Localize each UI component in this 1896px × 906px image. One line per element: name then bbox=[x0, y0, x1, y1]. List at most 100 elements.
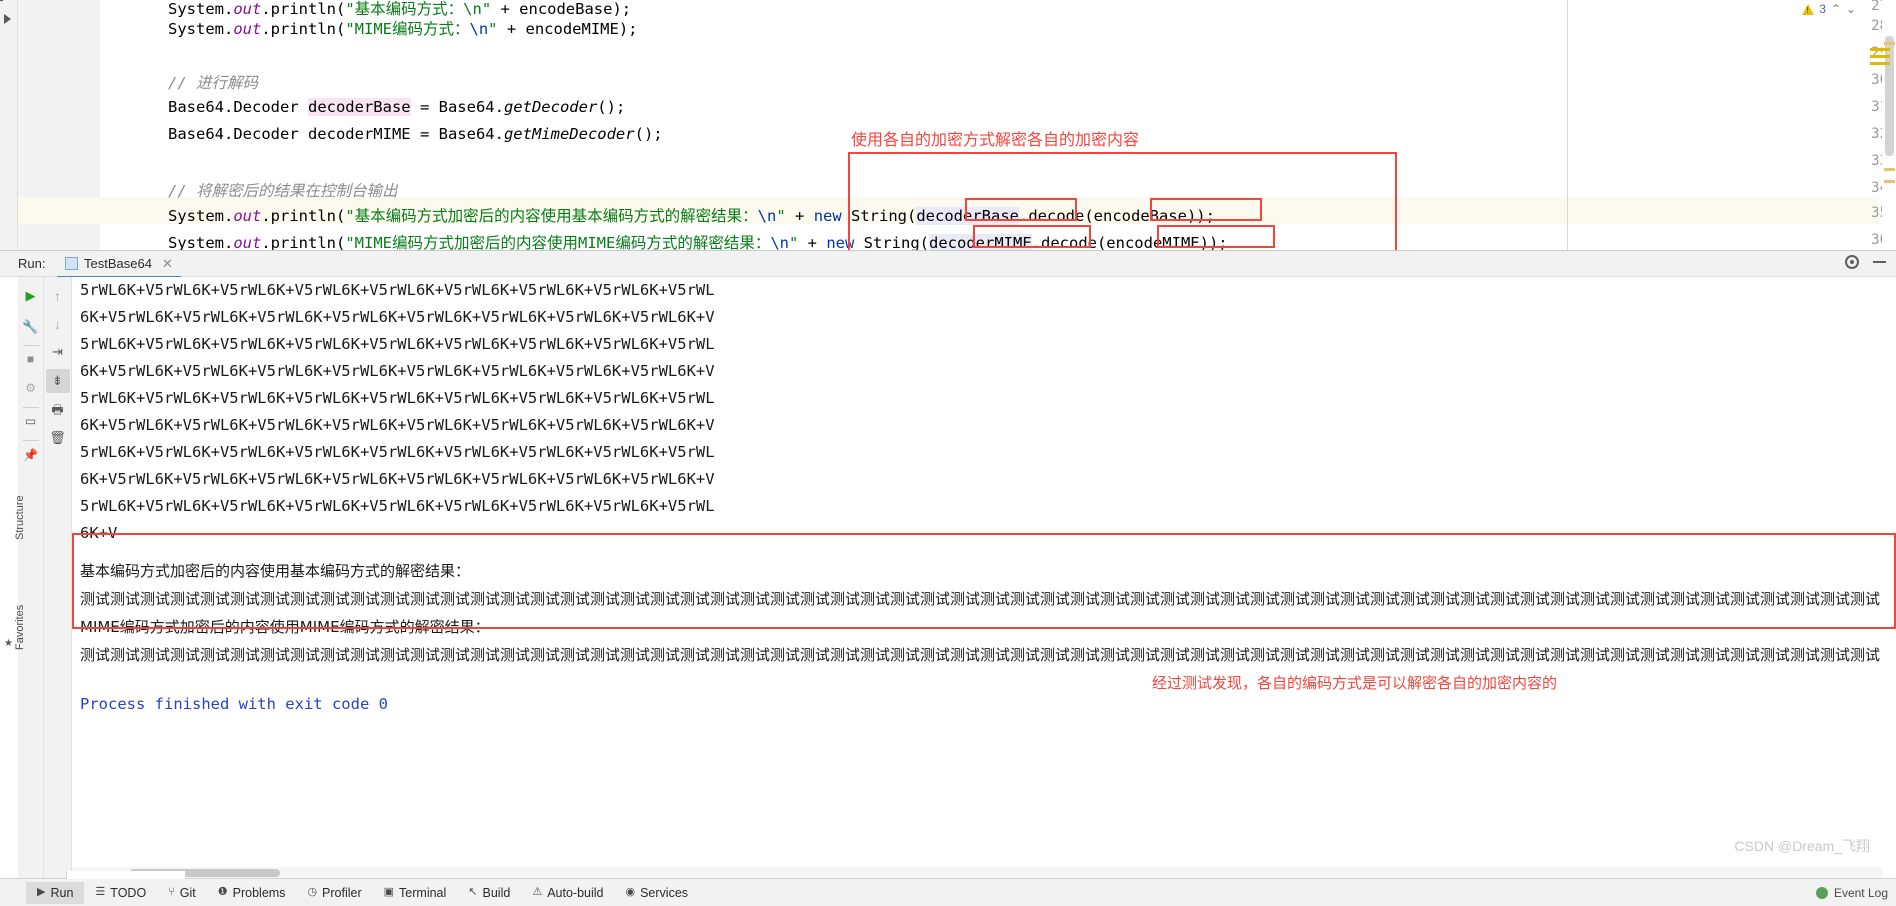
code-token: .println( bbox=[261, 207, 345, 225]
code-token: (); bbox=[635, 125, 663, 143]
code-line[interactable]: System.out.println("基本编码方式加密后的内容使用基本编码方式… bbox=[168, 204, 1215, 226]
gear-icon[interactable] bbox=[1845, 255, 1859, 269]
console-line: 6K+V5rWL6K+V5rWL6K+V5rWL6K+V5rWL6K+V5rWL… bbox=[80, 308, 715, 326]
code-line[interactable]: Base64.Decoder decoderBase = Base64.getD… bbox=[168, 98, 625, 116]
code-text-area[interactable]: System.out.println("基本编码方式：\n" + encodeB… bbox=[160, 0, 1896, 250]
code-line[interactable]: System.out.println("MIME编码方式：\n" + encod… bbox=[168, 17, 638, 39]
status-item-auto-build[interactable]: ⚠ Auto-build bbox=[521, 882, 614, 904]
code-token: .println( bbox=[261, 0, 345, 18]
warning-triangle-icon: ⚠ bbox=[532, 887, 542, 898]
status-item-git[interactable]: ⑂ Git bbox=[157, 882, 207, 904]
console-output[interactable]: 5rWL6K+V5rWL6K+V5rWL6K+V5rWL6K+V5rWL6K+V… bbox=[72, 277, 1882, 878]
scroll-to-end-icon[interactable]: ⇟ bbox=[52, 374, 63, 387]
chevron-down-icon[interactable]: ⌄ bbox=[1846, 2, 1856, 16]
status-item-profiler[interactable]: ◷Profiler bbox=[296, 882, 372, 904]
code-token: System. bbox=[168, 207, 233, 225]
code-token: System. bbox=[168, 234, 233, 250]
console-horizontal-scrollbar[interactable] bbox=[72, 867, 1882, 878]
chevron-up-icon[interactable]: ⌃ bbox=[1831, 2, 1841, 16]
code-token: + bbox=[786, 207, 814, 225]
status-item-build[interactable]: ↖ Build bbox=[457, 882, 521, 904]
code-token: System. bbox=[168, 0, 233, 18]
code-token: out bbox=[233, 0, 261, 18]
console-line: 5rWL6K+V5rWL6K+V5rWL6K+V5rWL6K+V5rWL6K+V… bbox=[80, 389, 715, 407]
hammer-icon: ↖ bbox=[468, 887, 477, 898]
console-line: 5rWL6K+V5rWL6K+V5rWL6K+V5rWL6K+V5rWL6K+V… bbox=[80, 443, 715, 461]
terminal-icon: ▣ bbox=[384, 887, 394, 898]
code-token: "MIME编码方式加密后的内容使用MIME编码方式的解密结果： bbox=[345, 234, 770, 250]
console-result-header-2: MIME编码方式加密后的内容使用MIME编码方式的解密结果： bbox=[80, 616, 490, 637]
favorites-star-icon: ★ bbox=[4, 638, 13, 649]
code-token: Base64.Decoder bbox=[168, 98, 308, 116]
play-circle-icon: ◉ bbox=[625, 887, 635, 898]
rerun-failed-icon[interactable]: ⚙ bbox=[25, 382, 36, 394]
warning-count: 3 bbox=[1819, 2, 1826, 16]
print-icon[interactable]: 🖶 bbox=[51, 403, 63, 416]
console-line: 5rWL6K+V5rWL6K+V5rWL6K+V5rWL6K+V5rWL6K+V… bbox=[80, 497, 715, 515]
stop-icon[interactable]: ■ bbox=[27, 353, 34, 365]
status-item-run[interactable]: ▶Run bbox=[26, 882, 84, 904]
ide-window: Project 27282930313233343536 System.out.… bbox=[0, 0, 1896, 906]
pin-icon[interactable]: 📌 bbox=[23, 449, 38, 461]
minimize-icon[interactable] bbox=[1873, 261, 1886, 263]
branch-icon: ⑂ bbox=[168, 887, 175, 898]
console-line: 6K+V5rWL6K+V5rWL6K+V5rWL6K+V5rWL6K+V5rWL… bbox=[80, 362, 715, 380]
console-process-finished: Process finished with exit code 0 bbox=[80, 695, 388, 713]
status-item-label: Git bbox=[180, 886, 196, 900]
status-item-services[interactable]: ◉Services bbox=[614, 882, 699, 904]
soft-wrap-icon[interactable]: ⇥ bbox=[52, 345, 63, 358]
code-token: "基本编码方式加密后的内容使用基本编码方式的解密结果： bbox=[345, 207, 757, 225]
code-token: System. bbox=[168, 20, 233, 38]
wrench-icon[interactable]: 🔧 bbox=[22, 320, 38, 333]
code-line[interactable]: Base64.Decoder decoderMIME = Base64.getM… bbox=[168, 125, 663, 143]
status-item-label: Problems bbox=[233, 886, 286, 900]
console-vertical-scrollbar[interactable] bbox=[1882, 277, 1896, 878]
arrow-up-icon[interactable]: ↑ bbox=[54, 289, 61, 303]
inspection-warning-indicator[interactable]: 3 ⌃ ⌄ bbox=[1802, 2, 1856, 16]
status-item-label: Run bbox=[50, 886, 73, 900]
code-line[interactable]: System.out.println("MIME编码方式加密后的内容使用MIME… bbox=[168, 231, 1228, 250]
code-token: decoderMIME bbox=[929, 234, 1032, 250]
arrow-down-icon[interactable]: ↓ bbox=[54, 317, 61, 331]
editor-vertical-scrollbar[interactable] bbox=[1882, 0, 1896, 250]
editor-warning-marker[interactable] bbox=[1884, 180, 1895, 183]
editor-warning-marker[interactable] bbox=[1884, 168, 1895, 171]
status-item-label: TODO bbox=[110, 886, 146, 900]
code-token: Base64.Decoder decoderMIME = Base64. bbox=[168, 125, 504, 143]
run-header-actions bbox=[1845, 255, 1886, 269]
code-token: \n bbox=[758, 207, 777, 225]
trash-icon[interactable]: 🗑 bbox=[49, 431, 66, 444]
code-token: "基本编码方式：\n" bbox=[345, 0, 491, 18]
list-icon: ☰ bbox=[95, 887, 105, 898]
structure-rail-label: Structure bbox=[14, 495, 26, 540]
code-token: + encodeBase); bbox=[491, 0, 631, 18]
code-token: // 进行解码 bbox=[168, 74, 258, 92]
code-line[interactable]: // 将解密后的结果在控制台输出 bbox=[168, 179, 398, 201]
status-item-label: Build bbox=[483, 886, 511, 900]
project-tool-rail[interactable]: Project bbox=[0, 0, 18, 250]
run-icon[interactable]: ▶ bbox=[26, 289, 36, 302]
code-token: + bbox=[798, 234, 826, 250]
code-token: .decode(encodeBase)); bbox=[1019, 207, 1215, 225]
code-token: decoderBase bbox=[308, 98, 411, 116]
editor-warning-marker[interactable] bbox=[1884, 42, 1895, 45]
close-icon[interactable]: ✕ bbox=[162, 256, 173, 272]
status-item-terminal[interactable]: ▣ Terminal bbox=[373, 882, 458, 904]
code-line[interactable]: // 进行解码 bbox=[168, 71, 258, 93]
console-line: 6K+V bbox=[80, 524, 117, 542]
code-token: \n bbox=[770, 234, 789, 250]
code-token: out bbox=[233, 20, 261, 38]
inspection-menu-icon[interactable] bbox=[1870, 48, 1890, 69]
tab-testbase64[interactable]: TestBase64 ✕ bbox=[57, 251, 181, 278]
layout-icon[interactable]: ▭ bbox=[25, 415, 36, 427]
right-margin-line bbox=[1567, 0, 1568, 250]
status-item-todo[interactable]: ☰ TODO bbox=[84, 882, 157, 904]
status-item-label: Auto-build bbox=[547, 886, 603, 900]
console-line: 6K+V5rWL6K+V5rWL6K+V5rWL6K+V5rWL6K+V5rWL… bbox=[80, 470, 715, 488]
console-result-body-2: 测试测试测试测试测试测试测试测试测试测试测试测试测试测试测试测试测试测试测试测试… bbox=[80, 644, 1880, 665]
event-log-area[interactable]: Event Log bbox=[1816, 886, 1888, 900]
code-token: "MIME编码方式： bbox=[345, 20, 469, 38]
status-item-label: Terminal bbox=[399, 886, 446, 900]
status-item-problems[interactable]: ❶Problems bbox=[207, 882, 297, 904]
code-token: .println( bbox=[261, 20, 345, 38]
